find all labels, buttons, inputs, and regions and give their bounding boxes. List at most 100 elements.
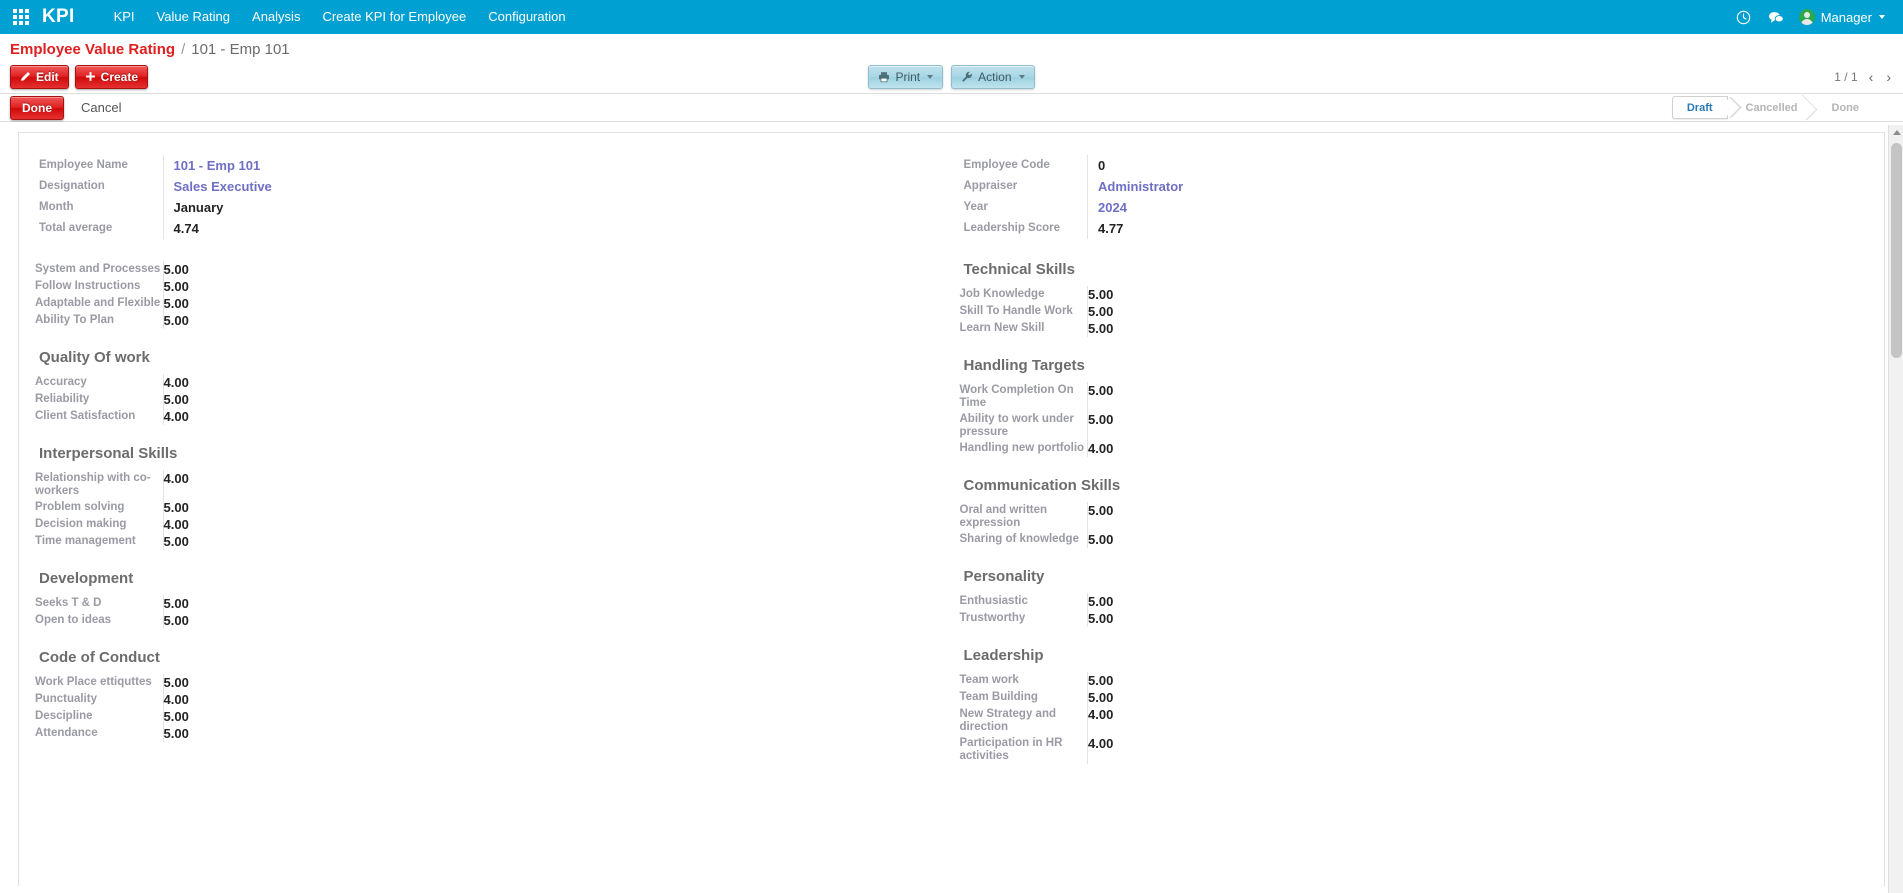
field-row: Problem solving 5.00 <box>35 499 944 516</box>
pager-previous-button[interactable]: ‹ <box>1869 70 1874 84</box>
breadcrumb-current-record: 101 - Emp 101 <box>191 41 290 58</box>
menu-item-configuration[interactable]: Configuration <box>477 0 576 34</box>
field-value-punctuality: 4.00 <box>163 692 189 707</box>
field-label-leadership-score: Leadership Score <box>959 218 1088 239</box>
field-value-new-strategy-and-direction: 4.00 <box>1088 707 1114 722</box>
group-title-communication-skills: Communication Skills <box>963 477 1121 494</box>
field-value-year[interactable]: 2024 <box>1088 197 1869 218</box>
field-label-work-completion-on-time: Work Completion On Time <box>959 382 1088 411</box>
record-pager: 1 / 1 ‹ › <box>1834 70 1891 84</box>
field-label-month: Month <box>35 197 164 218</box>
field-value-reliability: 5.00 <box>163 392 189 407</box>
field-row: Skill To Handle Work 5.00 <box>959 303 1869 320</box>
done-workflow-button[interactable]: Done <box>10 95 64 120</box>
menu-item-analysis[interactable]: Analysis <box>241 0 311 34</box>
user-avatar-icon <box>1798 9 1815 25</box>
action-dropdown-button[interactable]: Action <box>951 64 1035 89</box>
menu-item-create-kpi-for-employee[interactable]: Create KPI for Employee <box>311 0 477 34</box>
field-value-client-satisfaction: 4.00 <box>163 409 189 424</box>
form-header-group: Employee Name 101 - Emp 101 Designation Sal… <box>27 155 1876 239</box>
field-value-time-management: 5.00 <box>163 534 189 549</box>
apps-menu-toggle[interactable] <box>0 0 42 34</box>
field-value-learn-new-skill: 5.00 <box>1088 321 1114 336</box>
apps-grid-icon <box>13 9 29 25</box>
field-value-ability-to-work-under-pressure: 5.00 <box>1088 412 1114 427</box>
field-row: Time management 5.00 <box>35 533 944 550</box>
scrollbar-thumb[interactable] <box>1891 143 1902 358</box>
chevron-down-icon <box>1018 74 1025 79</box>
activities-button[interactable] <box>1729 0 1759 34</box>
page-vertical-scrollbar[interactable] <box>1888 125 1903 893</box>
field-value-open-to-ideas: 5.00 <box>163 613 189 628</box>
field-value-attendance: 5.00 <box>163 726 189 741</box>
field-label-work-place-ettiquttes: Work Place ettiquttes <box>35 674 164 691</box>
field-label-reliability: Reliability <box>35 391 164 408</box>
field-label-team-building: Team Building <box>959 689 1088 706</box>
form-status-row: Done Cancel Draft Cancelled Done <box>0 94 1903 122</box>
breadcrumb-root-link[interactable]: Employee Value Rating <box>10 41 175 58</box>
field-row: Open to ideas 5.00 <box>35 612 944 629</box>
field-label-problem-solving: Problem solving <box>35 499 164 516</box>
group-title-code-of-conduct: Code of Conduct <box>39 649 160 666</box>
field-value-designation[interactable]: Sales Executive <box>163 176 944 197</box>
field-table-interpersonal-skills: Relationship with co-workers 4.00 Problem … <box>35 470 944 550</box>
field-label-ability-to-work-under-pressure: Ability to work under pressure <box>959 411 1088 440</box>
field-label-participation-in-hr-activities: Participation in HR activities <box>959 735 1088 764</box>
breadcrumb: Employee Value Rating / 101 - Emp 101 <box>0 34 1903 60</box>
field-label-designation: Designation <box>35 176 164 197</box>
create-button[interactable]: Create <box>74 64 149 89</box>
scroll-up-arrow-icon[interactable] <box>1892 130 1901 135</box>
print-dropdown-button[interactable]: Print <box>868 64 944 89</box>
field-row: Year 2024 <box>959 197 1869 218</box>
field-value-total-average: 4.74 <box>173 221 199 236</box>
field-label-learn-new-skill: Learn New Skill <box>959 320 1088 337</box>
field-row: Accuracy 4.00 <box>35 374 944 391</box>
status-stage-cancelled[interactable]: Cancelled <box>1728 94 1817 121</box>
field-value-adaptable-and-flexible: 5.00 <box>163 296 189 311</box>
field-label-employee-name: Employee Name <box>35 155 164 176</box>
field-row: Work Place ettiquttes 5.00 <box>35 674 944 691</box>
navbar-right-tools: Manager <box>1729 0 1893 34</box>
field-row: Appraiser Administrator <box>959 176 1869 197</box>
field-label-year: Year <box>959 197 1088 218</box>
field-row: Oral and written expression 5.00 <box>959 502 1869 531</box>
field-value-employee-name[interactable]: 101 - Emp 101 <box>163 155 944 176</box>
field-row: Attendance 5.00 <box>35 725 944 742</box>
field-value-employee-code: 0 <box>1098 158 1106 173</box>
field-value-leadership-score: 4.77 <box>1098 221 1124 236</box>
field-value-handling-new-portfolio: 4.00 <box>1088 441 1114 456</box>
menu-item-value-rating[interactable]: Value Rating <box>146 0 241 34</box>
field-value-appraiser[interactable]: Administrator <box>1088 176 1869 197</box>
user-name-label: Manager <box>1820 9 1872 25</box>
field-value-oral-and-written-expression: 5.00 <box>1088 503 1114 518</box>
form-left-column: System and Processes 5.00 Follow Instructi… <box>27 261 952 764</box>
menu-item-kpi[interactable]: KPI <box>103 0 146 34</box>
field-value-month: January <box>173 200 224 215</box>
user-menu[interactable]: Manager <box>1793 0 1893 34</box>
header-left-fields: Employee Name 101 - Emp 101 Designation Sal… <box>35 155 944 239</box>
edit-button[interactable]: Edit <box>10 64 69 89</box>
field-row: Ability To Plan 5.00 <box>35 312 944 329</box>
status-stage-draft[interactable]: Draft <box>1671 96 1741 119</box>
app-brand[interactable]: KPI <box>42 6 85 28</box>
group-title-development: Development <box>39 570 134 587</box>
field-label-accuracy: Accuracy <box>35 374 164 391</box>
field-value-accuracy: 4.00 <box>163 375 189 390</box>
form-sheet-container: Employee Name 101 - Emp 101 Designation Sal… <box>0 122 1903 886</box>
status-stage-done[interactable]: Done <box>1814 96 1876 119</box>
chevron-down-icon <box>927 74 934 79</box>
field-label-attendance: Attendance <box>35 725 164 742</box>
messages-button[interactable] <box>1761 0 1791 34</box>
group-title-handling-targets: Handling Targets <box>963 357 1085 374</box>
cancel-workflow-button[interactable]: Cancel <box>81 100 121 115</box>
field-label-punctuality: Punctuality <box>35 691 164 708</box>
field-table-communication-skills: Oral and written expression 5.00 Sharing o… <box>959 502 1869 548</box>
group-title-leadership: Leadership <box>963 647 1044 664</box>
pager-next-button[interactable]: › <box>1886 70 1891 84</box>
field-row: Team work 5.00 <box>959 672 1869 689</box>
field-table-personality: Enthusiastic 5.00 Trustworthy 5.00 <box>959 593 1869 627</box>
field-row: Work Completion On Time 5.00 <box>959 382 1869 411</box>
field-row: System and Processes 5.00 <box>35 261 944 278</box>
field-label-appraiser: Appraiser <box>959 176 1088 197</box>
field-label-seeks-t-and-d: Seeks T & D <box>35 595 164 612</box>
